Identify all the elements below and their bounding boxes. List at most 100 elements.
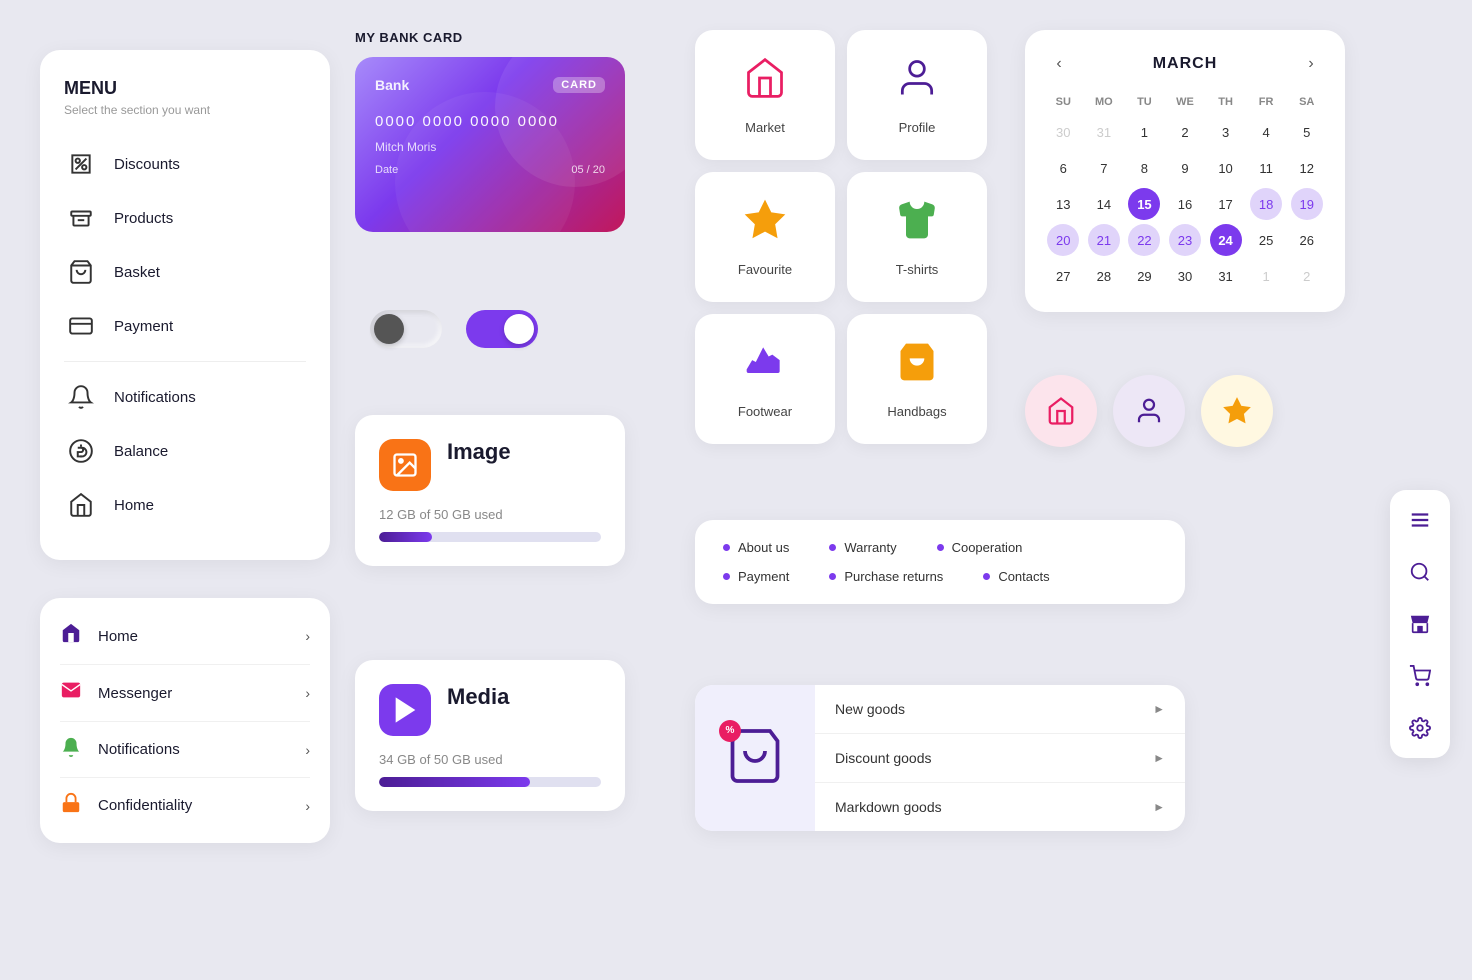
cat-card-footwear[interactable]: Footwear: [695, 314, 835, 444]
toggle-on[interactable]: [466, 310, 538, 348]
goods-item-markdown[interactable]: Markdown goods ►: [815, 783, 1185, 831]
storage-bar-image-bg: [379, 532, 601, 542]
nav-label-messenger: Messenger: [98, 685, 289, 702]
home-icon-nav: [60, 622, 82, 650]
menu-label-discounts: Discounts: [114, 156, 180, 173]
nav-arrow-messenger: ›: [305, 685, 310, 701]
cal-day-22[interactable]: 21: [1088, 224, 1120, 256]
goods-bag-container: %: [725, 726, 785, 791]
menu-item-balance[interactable]: Balance: [64, 424, 306, 478]
cal-day-9[interactable]: 8: [1128, 152, 1160, 184]
cal-day-7[interactable]: 6: [1047, 152, 1079, 184]
link-payment[interactable]: Payment: [723, 569, 789, 584]
notification-icon: [64, 380, 98, 414]
nav-item-confidentiality[interactable]: Confidentiality ›: [60, 778, 310, 833]
cal-day-18[interactable]: 17: [1210, 188, 1242, 220]
icon-circle-favourite[interactable]: [1201, 375, 1273, 447]
link-warranty-label: Warranty: [844, 540, 896, 555]
menu-item-payment[interactable]: Payment: [64, 299, 306, 353]
cat-label-favourite: Favourite: [738, 262, 792, 277]
cal-day-3[interactable]: 2: [1169, 116, 1201, 148]
cat-label-tshirts: T-shirts: [896, 262, 939, 277]
cal-day-25[interactable]: 24: [1210, 224, 1242, 256]
cat-card-tshirts[interactable]: T-shirts: [847, 172, 987, 302]
basket-icon: [64, 255, 98, 289]
cal-day-12[interactable]: 11: [1250, 152, 1282, 184]
cal-day-14[interactable]: 13: [1047, 188, 1079, 220]
nav-label-home: Home: [98, 628, 289, 645]
image-icon-box: [379, 439, 431, 491]
cal-day-23[interactable]: 22: [1128, 224, 1160, 256]
balance-icon: [64, 434, 98, 468]
goods-label-discount: Discount goods: [835, 750, 932, 766]
cat-card-market[interactable]: Market: [695, 30, 835, 160]
link-purchase-returns[interactable]: Purchase returns: [829, 569, 943, 584]
cal-day-2[interactable]: 1: [1128, 116, 1160, 148]
menu-item-home[interactable]: Home: [64, 478, 306, 532]
cal-day-31[interactable]: 30: [1169, 260, 1201, 292]
link-warranty[interactable]: Warranty: [829, 540, 896, 555]
cal-day-33[interactable]: 1: [1250, 260, 1282, 292]
cal-day-26[interactable]: 25: [1250, 224, 1282, 256]
cal-header-we: WE: [1167, 92, 1204, 112]
link-about[interactable]: About us: [723, 540, 789, 555]
handbags-icon: [895, 340, 939, 394]
cat-card-favourite[interactable]: Favourite: [695, 172, 835, 302]
menu-item-notifications[interactable]: Notifications: [64, 370, 306, 424]
goods-item-discount[interactable]: Discount goods ►: [815, 734, 1185, 783]
nav-item-messenger[interactable]: Messenger ›: [60, 665, 310, 722]
cat-card-profile[interactable]: Profile: [847, 30, 987, 160]
goods-label-new: New goods: [835, 701, 905, 717]
goods-panel: % New goods ► Discount goods ► Markdown …: [695, 685, 1185, 831]
nav-item-home[interactable]: Home ›: [60, 608, 310, 665]
calendar-grid: SU MO TU WE TH FR SA: [1045, 92, 1325, 112]
toggle-off[interactable]: [370, 310, 442, 348]
cal-day-27[interactable]: 26: [1291, 224, 1323, 256]
toolbar-settings-icon[interactable]: [1402, 710, 1438, 746]
cal-day-10[interactable]: 9: [1169, 152, 1201, 184]
nav-item-notifications[interactable]: Notifications ›: [60, 722, 310, 778]
toolbar-search-icon[interactable]: [1402, 554, 1438, 590]
goods-item-new[interactable]: New goods ►: [815, 685, 1185, 734]
cal-day-13[interactable]: 12: [1291, 152, 1323, 184]
cal-day-34[interactable]: 2: [1291, 260, 1323, 292]
discount-icon: [64, 147, 98, 181]
menu-item-basket[interactable]: Basket: [64, 245, 306, 299]
cal-day-32[interactable]: 31: [1210, 260, 1242, 292]
menu-item-products[interactable]: Products: [64, 191, 306, 245]
cal-next-button[interactable]: ›: [1297, 50, 1325, 78]
nav-arrow-confidentiality: ›: [305, 798, 310, 814]
icon-circle-market[interactable]: [1025, 375, 1097, 447]
cal-day-21[interactable]: 20: [1047, 224, 1079, 256]
cal-day-11[interactable]: 10: [1210, 152, 1242, 184]
cal-day-6[interactable]: 5: [1291, 116, 1323, 148]
link-cooperation[interactable]: Cooperation: [937, 540, 1023, 555]
link-contacts[interactable]: Contacts: [983, 569, 1049, 584]
cal-day-19[interactable]: 18: [1250, 188, 1282, 220]
icon-circle-profile[interactable]: [1113, 375, 1185, 447]
cal-day-15[interactable]: 14: [1088, 188, 1120, 220]
toolbar-store-icon[interactable]: [1402, 606, 1438, 642]
cal-day-30[interactable]: 29: [1128, 260, 1160, 292]
cal-day-0[interactable]: 30: [1047, 116, 1079, 148]
cal-day-8[interactable]: 7: [1088, 152, 1120, 184]
bank-card: Bank CARD 0000 0000 0000 0000 Mitch Mori…: [355, 57, 625, 232]
bullet-contacts: [983, 573, 990, 580]
cat-card-handbags[interactable]: Handbags: [847, 314, 987, 444]
bullet-payment: [723, 573, 730, 580]
cal-day-16[interactable]: 15: [1128, 188, 1160, 220]
toolbar-cart-icon[interactable]: [1402, 658, 1438, 694]
cal-day-20[interactable]: 19: [1291, 188, 1323, 220]
cal-day-4[interactable]: 3: [1210, 116, 1242, 148]
footwear-icon: [743, 340, 787, 394]
cal-day-29[interactable]: 28: [1088, 260, 1120, 292]
cal-day-24[interactable]: 23: [1169, 224, 1201, 256]
cal-day-17[interactable]: 16: [1169, 188, 1201, 220]
cal-day-28[interactable]: 27: [1047, 260, 1079, 292]
bank-card-section: MY BANK CARD Bank CARD 0000 0000 0000 00…: [355, 30, 645, 232]
menu-item-discounts[interactable]: Discounts: [64, 137, 306, 191]
toolbar-menu-icon[interactable]: [1402, 502, 1438, 538]
cal-prev-button[interactable]: ‹: [1045, 50, 1073, 78]
cal-day-1[interactable]: 31: [1088, 116, 1120, 148]
cal-day-5[interactable]: 4: [1250, 116, 1282, 148]
